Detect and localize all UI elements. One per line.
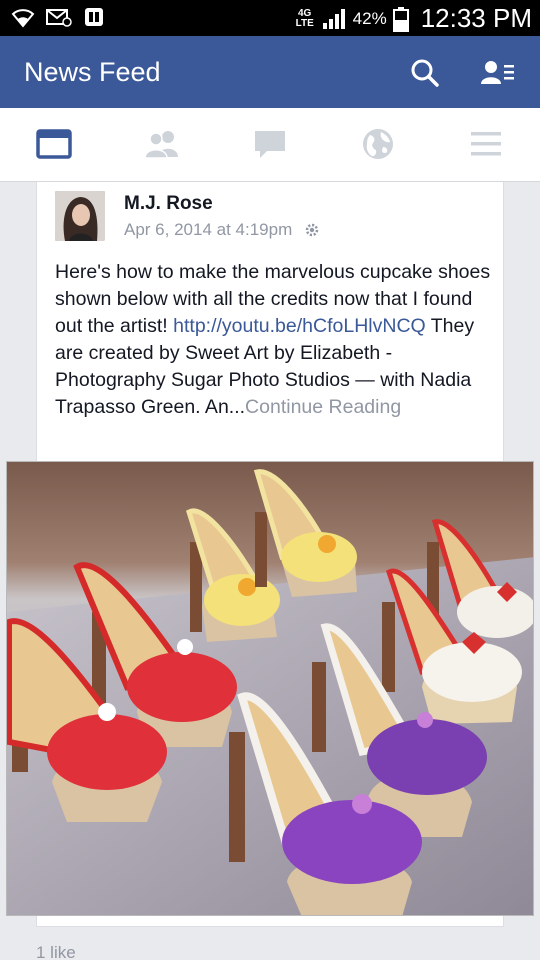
post-meta: Apr 6, 2014 at 4:19pm [124,220,320,240]
wifi-icon [11,9,35,28]
tab-friends[interactable] [142,126,182,162]
post-timestamp[interactable]: Apr 6, 2014 at 4:19pm [124,220,292,240]
post-text: Here's how to make the marvelous cupcake… [55,259,495,421]
friend-requests-icon[interactable] [480,58,516,88]
like-count[interactable]: 1 like [36,943,76,960]
app-header: News Feed [0,36,540,108]
gear-icon [305,223,319,237]
tab-messages[interactable] [250,126,290,162]
tab-more[interactable] [466,126,506,162]
battery-percent: 42% [352,8,387,28]
page-title: News Feed [24,57,161,87]
cupcake-shoes-photo [7,462,533,915]
menu-icon [471,132,501,156]
tab-bar [0,108,540,182]
network-type: 4G LTE [295,7,314,29]
status-icons-right: 4G LTE 42% 12:33 PM [295,3,532,34]
status-icons-left [10,6,108,28]
avatar[interactable] [55,191,105,241]
post-author[interactable]: M.J. Rose [124,193,213,215]
globe-icon [363,129,393,159]
tab-notifications[interactable] [358,126,398,162]
battery-icon [392,6,409,32]
status-bar: 4G LTE 42% 12:33 PM [0,0,540,36]
post-photo[interactable] [6,461,534,916]
news-feed-icon [36,129,72,159]
continue-reading-link[interactable]: Continue Reading [245,396,401,418]
clock: 12:33 PM [420,3,532,33]
tab-news-feed[interactable] [34,126,74,162]
post-link[interactable]: http://youtu.be/hCfoLHlvNCQ [173,315,426,337]
app-notification-icon [85,8,103,26]
email-notification-icon [46,9,72,27]
signal-icon [322,8,345,29]
profile-photo-icon [55,191,105,241]
search-icon[interactable] [410,58,440,88]
friends-icon [144,131,178,159]
messages-icon [255,131,285,158]
